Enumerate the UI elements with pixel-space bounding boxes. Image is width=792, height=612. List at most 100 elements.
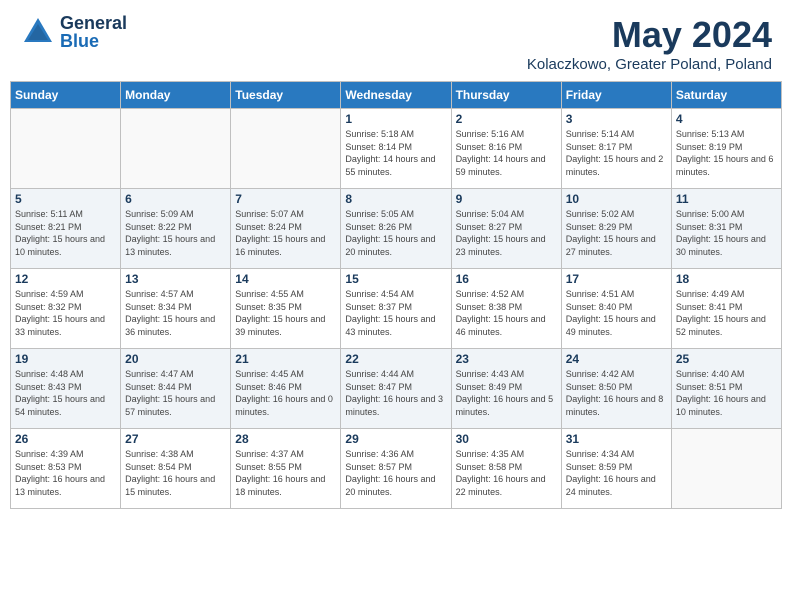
day-info: Sunrise: 5:09 AMSunset: 8:22 PMDaylight:…	[125, 208, 226, 258]
day-number: 16	[456, 272, 557, 286]
calendar-week-row: 5 Sunrise: 5:11 AMSunset: 8:21 PMDaylight…	[11, 189, 782, 269]
calendar-week-row: 26 Sunrise: 4:39 AMSunset: 8:53 PMDayligh…	[11, 429, 782, 509]
day-number: 18	[676, 272, 777, 286]
day-number: 1	[345, 112, 446, 126]
day-info: Sunrise: 5:16 AMSunset: 8:16 PMDaylight:…	[456, 128, 557, 178]
day-info: Sunrise: 5:11 AMSunset: 8:21 PMDaylight:…	[15, 208, 116, 258]
calendar-cell: 14 Sunrise: 4:55 AMSunset: 8:35 PMDayligh…	[231, 269, 341, 349]
day-number: 6	[125, 192, 226, 206]
calendar-cell: 12Sunrise: 4:59 AMSunset: 8:32 PMDayligh…	[11, 269, 121, 349]
calendar-week-row: 1 Sunrise: 5:18 AMSunset: 8:14 PMDaylight…	[11, 109, 782, 189]
weekday-header: Tuesday	[231, 82, 341, 109]
day-info: Sunrise: 5:04 AMSunset: 8:27 PMDaylight:…	[456, 208, 557, 258]
day-info: Sunrise: 4:45 AMSunset: 8:46 PMDaylight:…	[235, 368, 336, 418]
day-info: Sunrise: 5:07 AMSunset: 8:24 PMDaylight:…	[235, 208, 336, 258]
day-info: Sunrise: 5:18 AMSunset: 8:14 PMDaylight:…	[345, 128, 446, 178]
calendar-cell: 16 Sunrise: 4:52 AMSunset: 8:38 PMDayligh…	[451, 269, 561, 349]
weekday-header: Wednesday	[341, 82, 451, 109]
day-number: 29	[345, 432, 446, 446]
calendar-cell: 8Sunrise: 5:05 AMSunset: 8:26 PMDaylight…	[341, 189, 451, 269]
calendar-cell: 9 Sunrise: 5:04 AMSunset: 8:27 PMDaylight…	[451, 189, 561, 269]
day-number: 13	[125, 272, 226, 286]
day-info: Sunrise: 4:49 AMSunset: 8:41 PMDaylight:…	[676, 288, 777, 338]
day-info: Sunrise: 4:34 AMSunset: 8:59 PMDaylight:…	[566, 448, 667, 498]
title-block: May 2024 Kolaczkowo, Greater Poland, Pol…	[527, 14, 772, 73]
month-title: May 2024	[527, 14, 772, 56]
day-info: Sunrise: 4:52 AMSunset: 8:38 PMDaylight:…	[456, 288, 557, 338]
calendar-cell: 25 Sunrise: 4:40 AMSunset: 8:51 PMDayligh…	[671, 349, 781, 429]
day-number: 21	[235, 352, 336, 366]
day-number: 10	[566, 192, 667, 206]
calendar-cell: 15 Sunrise: 4:54 AMSunset: 8:37 PMDayligh…	[341, 269, 451, 349]
calendar-cell: 24 Sunrise: 4:42 AMSunset: 8:50 PMDayligh…	[561, 349, 671, 429]
weekday-header: Saturday	[671, 82, 781, 109]
logo-icon	[20, 14, 56, 50]
weekday-header: Sunday	[11, 82, 121, 109]
logo-blue: Blue	[60, 32, 127, 50]
calendar-cell	[671, 429, 781, 509]
day-number: 7	[235, 192, 336, 206]
calendar-cell: 21 Sunrise: 4:45 AMSunset: 8:46 PMDayligh…	[231, 349, 341, 429]
day-number: 24	[566, 352, 667, 366]
day-number: 20	[125, 352, 226, 366]
day-info: Sunrise: 5:13 AMSunset: 8:19 PMDaylight:…	[676, 128, 777, 178]
day-info: Sunrise: 4:35 AMSunset: 8:58 PMDaylight:…	[456, 448, 557, 498]
day-number: 11	[676, 192, 777, 206]
day-number: 30	[456, 432, 557, 446]
day-info: Sunrise: 4:39 AMSunset: 8:53 PMDaylight:…	[15, 448, 116, 498]
calendar-cell	[121, 109, 231, 189]
weekday-header: Thursday	[451, 82, 561, 109]
day-number: 23	[456, 352, 557, 366]
logo-text: General Blue	[60, 14, 127, 50]
calendar-cell: 27Sunrise: 4:38 AMSunset: 8:54 PMDayligh…	[121, 429, 231, 509]
calendar-cell	[231, 109, 341, 189]
logo: General Blue	[20, 14, 127, 50]
day-number: 15	[345, 272, 446, 286]
calendar-cell: 1 Sunrise: 5:18 AMSunset: 8:14 PMDaylight…	[341, 109, 451, 189]
day-info: Sunrise: 4:43 AMSunset: 8:49 PMDaylight:…	[456, 368, 557, 418]
calendar-week-row: 12Sunrise: 4:59 AMSunset: 8:32 PMDayligh…	[11, 269, 782, 349]
day-info: Sunrise: 4:51 AMSunset: 8:40 PMDaylight:…	[566, 288, 667, 338]
day-info: Sunrise: 4:38 AMSunset: 8:54 PMDaylight:…	[125, 448, 226, 498]
day-info: Sunrise: 4:37 AMSunset: 8:55 PMDaylight:…	[235, 448, 336, 498]
calendar-cell: 18 Sunrise: 4:49 AMSunset: 8:41 PMDayligh…	[671, 269, 781, 349]
day-info: Sunrise: 5:00 AMSunset: 8:31 PMDaylight:…	[676, 208, 777, 258]
day-number: 5	[15, 192, 116, 206]
day-number: 22	[345, 352, 446, 366]
day-info: Sunrise: 4:55 AMSunset: 8:35 PMDaylight:…	[235, 288, 336, 338]
day-info: Sunrise: 4:54 AMSunset: 8:37 PMDaylight:…	[345, 288, 446, 338]
calendar-cell: 4 Sunrise: 5:13 AMSunset: 8:19 PMDaylight…	[671, 109, 781, 189]
calendar: SundayMondayTuesdayWednesdayThursdayFrid…	[10, 81, 782, 509]
calendar-cell: 10 Sunrise: 5:02 AMSunset: 8:29 PMDayligh…	[561, 189, 671, 269]
calendar-cell: 22Sunrise: 4:44 AMSunset: 8:47 PMDayligh…	[341, 349, 451, 429]
day-number: 9	[456, 192, 557, 206]
day-info: Sunrise: 4:36 AMSunset: 8:57 PMDaylight:…	[345, 448, 446, 498]
day-info: Sunrise: 4:40 AMSunset: 8:51 PMDaylight:…	[676, 368, 777, 418]
day-info: Sunrise: 5:02 AMSunset: 8:29 PMDaylight:…	[566, 208, 667, 258]
calendar-cell: 31 Sunrise: 4:34 AMSunset: 8:59 PMDayligh…	[561, 429, 671, 509]
day-number: 3	[566, 112, 667, 126]
calendar-cell: 17Sunrise: 4:51 AMSunset: 8:40 PMDayligh…	[561, 269, 671, 349]
day-number: 26	[15, 432, 116, 446]
day-number: 31	[566, 432, 667, 446]
weekday-header: Friday	[561, 82, 671, 109]
calendar-cell: 30 Sunrise: 4:35 AMSunset: 8:58 PMDayligh…	[451, 429, 561, 509]
calendar-cell	[11, 109, 121, 189]
day-number: 25	[676, 352, 777, 366]
calendar-cell: 6 Sunrise: 5:09 AMSunset: 8:22 PMDaylight…	[121, 189, 231, 269]
calendar-cell: 2Sunrise: 5:16 AMSunset: 8:16 PMDaylight…	[451, 109, 561, 189]
day-info: Sunrise: 4:48 AMSunset: 8:43 PMDaylight:…	[15, 368, 116, 418]
day-number: 19	[15, 352, 116, 366]
day-number: 4	[676, 112, 777, 126]
day-number: 14	[235, 272, 336, 286]
calendar-cell: 19 Sunrise: 4:48 AMSunset: 8:43 PMDayligh…	[11, 349, 121, 429]
page-header: General Blue May 2024 Kolaczkowo, Greate…	[0, 0, 792, 81]
calendar-cell: 13Sunrise: 4:57 AMSunset: 8:34 PMDayligh…	[121, 269, 231, 349]
calendar-cell: 26 Sunrise: 4:39 AMSunset: 8:53 PMDayligh…	[11, 429, 121, 509]
calendar-cell: 29 Sunrise: 4:36 AMSunset: 8:57 PMDayligh…	[341, 429, 451, 509]
calendar-cell: 7 Sunrise: 5:07 AMSunset: 8:24 PMDaylight…	[231, 189, 341, 269]
day-number: 28	[235, 432, 336, 446]
day-info: Sunrise: 4:42 AMSunset: 8:50 PMDaylight:…	[566, 368, 667, 418]
calendar-cell: 20Sunrise: 4:47 AMSunset: 8:44 PMDayligh…	[121, 349, 231, 429]
calendar-cell: 3Sunrise: 5:14 AMSunset: 8:17 PMDaylight…	[561, 109, 671, 189]
